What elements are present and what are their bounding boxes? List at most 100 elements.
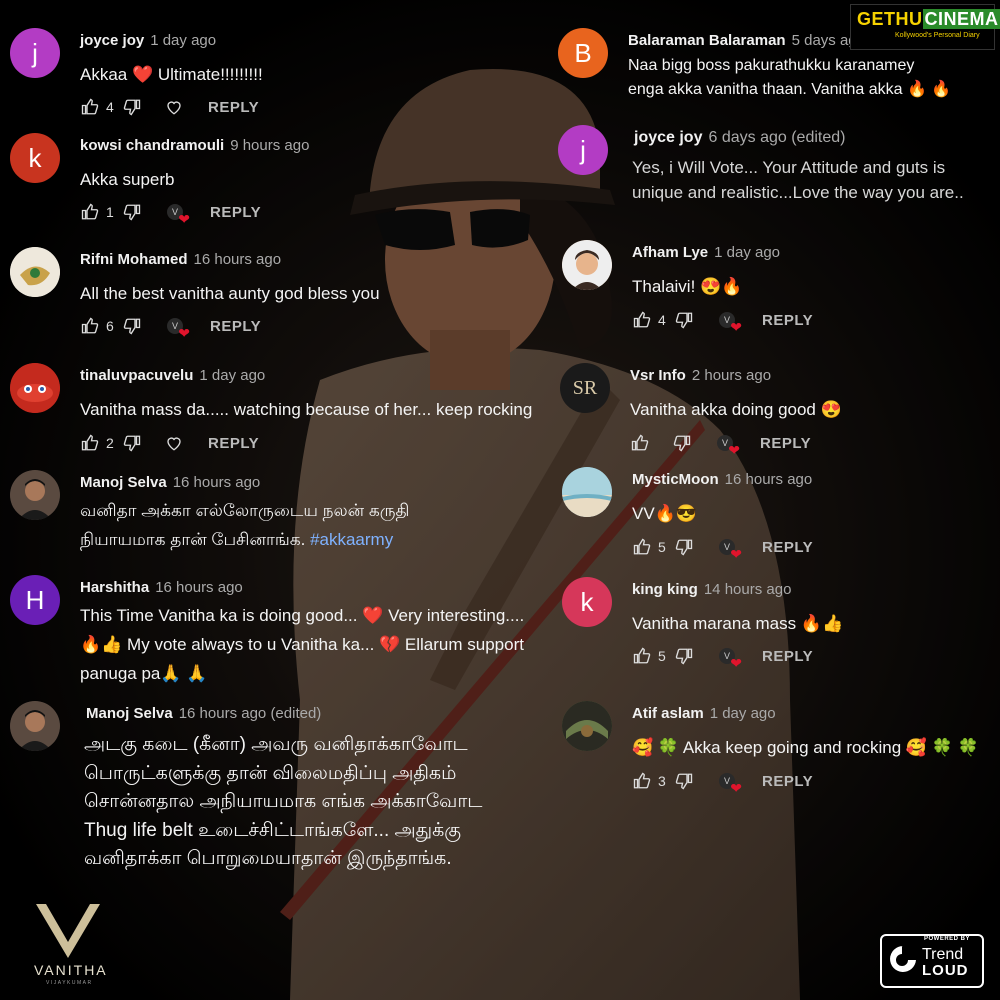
comment-text: Akkaa ❤️ Ultimate!!!!!!!!! bbox=[80, 65, 263, 84]
comment-username[interactable]: Balaraman Balaraman bbox=[628, 32, 786, 49]
comment-username[interactable]: Manoj Selva bbox=[86, 705, 173, 722]
comment-username[interactable]: joyce joy bbox=[634, 129, 702, 146]
reply-button[interactable]: REPLY bbox=[210, 318, 261, 335]
comment-actions: 5 V ❤ REPLY bbox=[632, 645, 813, 670]
comment-username[interactable]: Rifni Mohamed bbox=[80, 251, 188, 268]
like-icon[interactable] bbox=[80, 433, 100, 453]
dislike-icon[interactable] bbox=[122, 97, 142, 117]
comment-username[interactable]: Harshitha bbox=[80, 579, 149, 596]
like-icon[interactable] bbox=[80, 97, 100, 117]
comment-timestamp[interactable]: 16 hours ago bbox=[194, 251, 282, 268]
like-icon[interactable] bbox=[632, 537, 652, 557]
like-icon[interactable] bbox=[632, 646, 652, 666]
comment-actions: 6 V ❤ REPLY bbox=[80, 316, 261, 340]
comment-actions: 5 V ❤ REPLY bbox=[632, 536, 813, 561]
like-icon[interactable] bbox=[632, 771, 652, 791]
avatar[interactable] bbox=[10, 363, 60, 413]
heart-outline-icon[interactable] bbox=[164, 97, 184, 117]
powered-by-label: POWERED BY bbox=[924, 936, 971, 942]
comment-text: அடகு கடை (கீனா) அவரு வனிதாக்காவோட பொருட்… bbox=[84, 734, 483, 869]
comment-text: This Time Vanitha ka is doing good... ❤️… bbox=[80, 606, 525, 683]
dislike-icon[interactable] bbox=[672, 433, 692, 453]
avatar[interactable]: H bbox=[10, 575, 60, 625]
dislike-icon[interactable] bbox=[674, 646, 694, 666]
like-count: 3 bbox=[658, 773, 666, 789]
comment-username[interactable]: joyce joy bbox=[80, 32, 144, 49]
reply-button[interactable]: REPLY bbox=[762, 773, 813, 790]
creator-heart-icon: V ❤ bbox=[716, 536, 742, 561]
avatar[interactable] bbox=[10, 701, 60, 751]
dislike-icon[interactable] bbox=[674, 771, 694, 791]
comment-text: Naa bigg boss pakurathukku karanamey eng… bbox=[628, 57, 952, 98]
avatar[interactable]: j bbox=[558, 125, 608, 175]
comment-username[interactable]: MysticMoon bbox=[632, 471, 719, 488]
comment-username[interactable]: tinaluvpacuvelu bbox=[80, 367, 193, 384]
comment-username[interactable]: Vsr Info bbox=[630, 367, 686, 384]
comment-text: All the best vanitha aunty god bless you bbox=[80, 284, 380, 303]
comment-actions: 3 V ❤ REPLY bbox=[632, 770, 813, 795]
reply-button[interactable]: REPLY bbox=[762, 539, 813, 556]
comment-username[interactable]: kowsi chandramouli bbox=[80, 137, 224, 154]
reply-button[interactable]: REPLY bbox=[762, 312, 813, 329]
avatar[interactable]: SR bbox=[560, 363, 610, 413]
dislike-icon[interactable] bbox=[674, 537, 694, 557]
avatar[interactable] bbox=[10, 247, 60, 297]
like-icon[interactable] bbox=[630, 433, 650, 453]
avatar[interactable] bbox=[562, 467, 612, 517]
avatar[interactable]: j bbox=[10, 28, 60, 78]
hashtag-link[interactable]: #akkaarmy bbox=[310, 530, 393, 549]
heart-outline-icon[interactable] bbox=[164, 433, 184, 453]
avatar[interactable]: k bbox=[562, 577, 612, 627]
comment-timestamp[interactable]: 2 hours ago bbox=[692, 367, 771, 384]
comment-timestamp[interactable]: 16 hours ago bbox=[155, 579, 243, 596]
creator-heart-icon: V ❤ bbox=[714, 432, 740, 457]
comment-timestamp[interactable]: 16 hours ago bbox=[725, 471, 813, 488]
avatar[interactable] bbox=[10, 470, 60, 520]
comment-timestamp[interactable]: 6 days ago (edited) bbox=[708, 129, 845, 146]
comment-timestamp[interactable]: 1 day ago bbox=[199, 367, 265, 384]
comment-timestamp[interactable]: 14 hours ago bbox=[704, 581, 792, 598]
comment-actions: 4 REPLY bbox=[80, 97, 259, 117]
comment-timestamp[interactable]: 1 day ago bbox=[150, 32, 216, 49]
creator-heart-icon: V ❤ bbox=[716, 770, 742, 795]
like-icon[interactable] bbox=[80, 202, 100, 222]
like-count: 1 bbox=[106, 204, 114, 220]
like-count: 4 bbox=[106, 99, 114, 115]
comment-username[interactable]: Atif aslam bbox=[632, 705, 704, 722]
comment-timestamp[interactable]: 16 hours ago (edited) bbox=[179, 705, 322, 722]
comment-username[interactable]: Manoj Selva bbox=[80, 474, 167, 491]
like-count: 6 bbox=[106, 318, 114, 334]
creator-heart-icon: V ❤ bbox=[164, 201, 190, 226]
comment-text: Akka superb bbox=[80, 170, 175, 189]
comment-text: வனிதா அக்கா எல்லோருடைய நலன் கருதி நியாயம… bbox=[80, 501, 410, 549]
creator-heart-icon: V ❤ bbox=[716, 645, 742, 670]
avatar[interactable] bbox=[562, 240, 612, 290]
reply-button[interactable]: REPLY bbox=[208, 435, 259, 452]
comment-text: Yes, i Will Vote... Your Attitude and gu… bbox=[632, 158, 964, 202]
reply-button[interactable]: REPLY bbox=[760, 435, 811, 452]
comment-timestamp[interactable]: 9 hours ago bbox=[230, 137, 309, 154]
comment-username[interactable]: king king bbox=[632, 581, 698, 598]
comment-username[interactable]: Afham Lye bbox=[632, 244, 708, 261]
like-count: 5 bbox=[658, 648, 666, 664]
comment-timestamp[interactable]: 1 day ago bbox=[714, 244, 780, 261]
avatar[interactable]: B bbox=[558, 28, 608, 78]
reply-button[interactable]: REPLY bbox=[208, 99, 259, 116]
comment-timestamp[interactable]: 1 day ago bbox=[710, 705, 776, 722]
reply-button[interactable]: REPLY bbox=[210, 204, 261, 221]
comment-text: Vanitha mass da..... watching because of… bbox=[80, 400, 533, 419]
dislike-icon[interactable] bbox=[674, 310, 694, 330]
like-icon[interactable] bbox=[80, 316, 100, 336]
comment-timestamp[interactable]: 16 hours ago bbox=[173, 474, 261, 491]
like-icon[interactable] bbox=[632, 310, 652, 330]
comment-actions: 4 V ❤ REPLY bbox=[632, 310, 813, 334]
comment-actions: 1 V ❤ REPLY bbox=[80, 201, 261, 226]
avatar[interactable] bbox=[562, 701, 612, 751]
comment-text: Thalaivi! 😍🔥 bbox=[632, 277, 743, 296]
trend-loud-icon bbox=[890, 946, 916, 972]
dislike-icon[interactable] bbox=[122, 316, 142, 336]
reply-button[interactable]: REPLY bbox=[762, 648, 813, 665]
dislike-icon[interactable] bbox=[122, 202, 142, 222]
dislike-icon[interactable] bbox=[122, 433, 142, 453]
avatar[interactable]: k bbox=[10, 133, 60, 183]
